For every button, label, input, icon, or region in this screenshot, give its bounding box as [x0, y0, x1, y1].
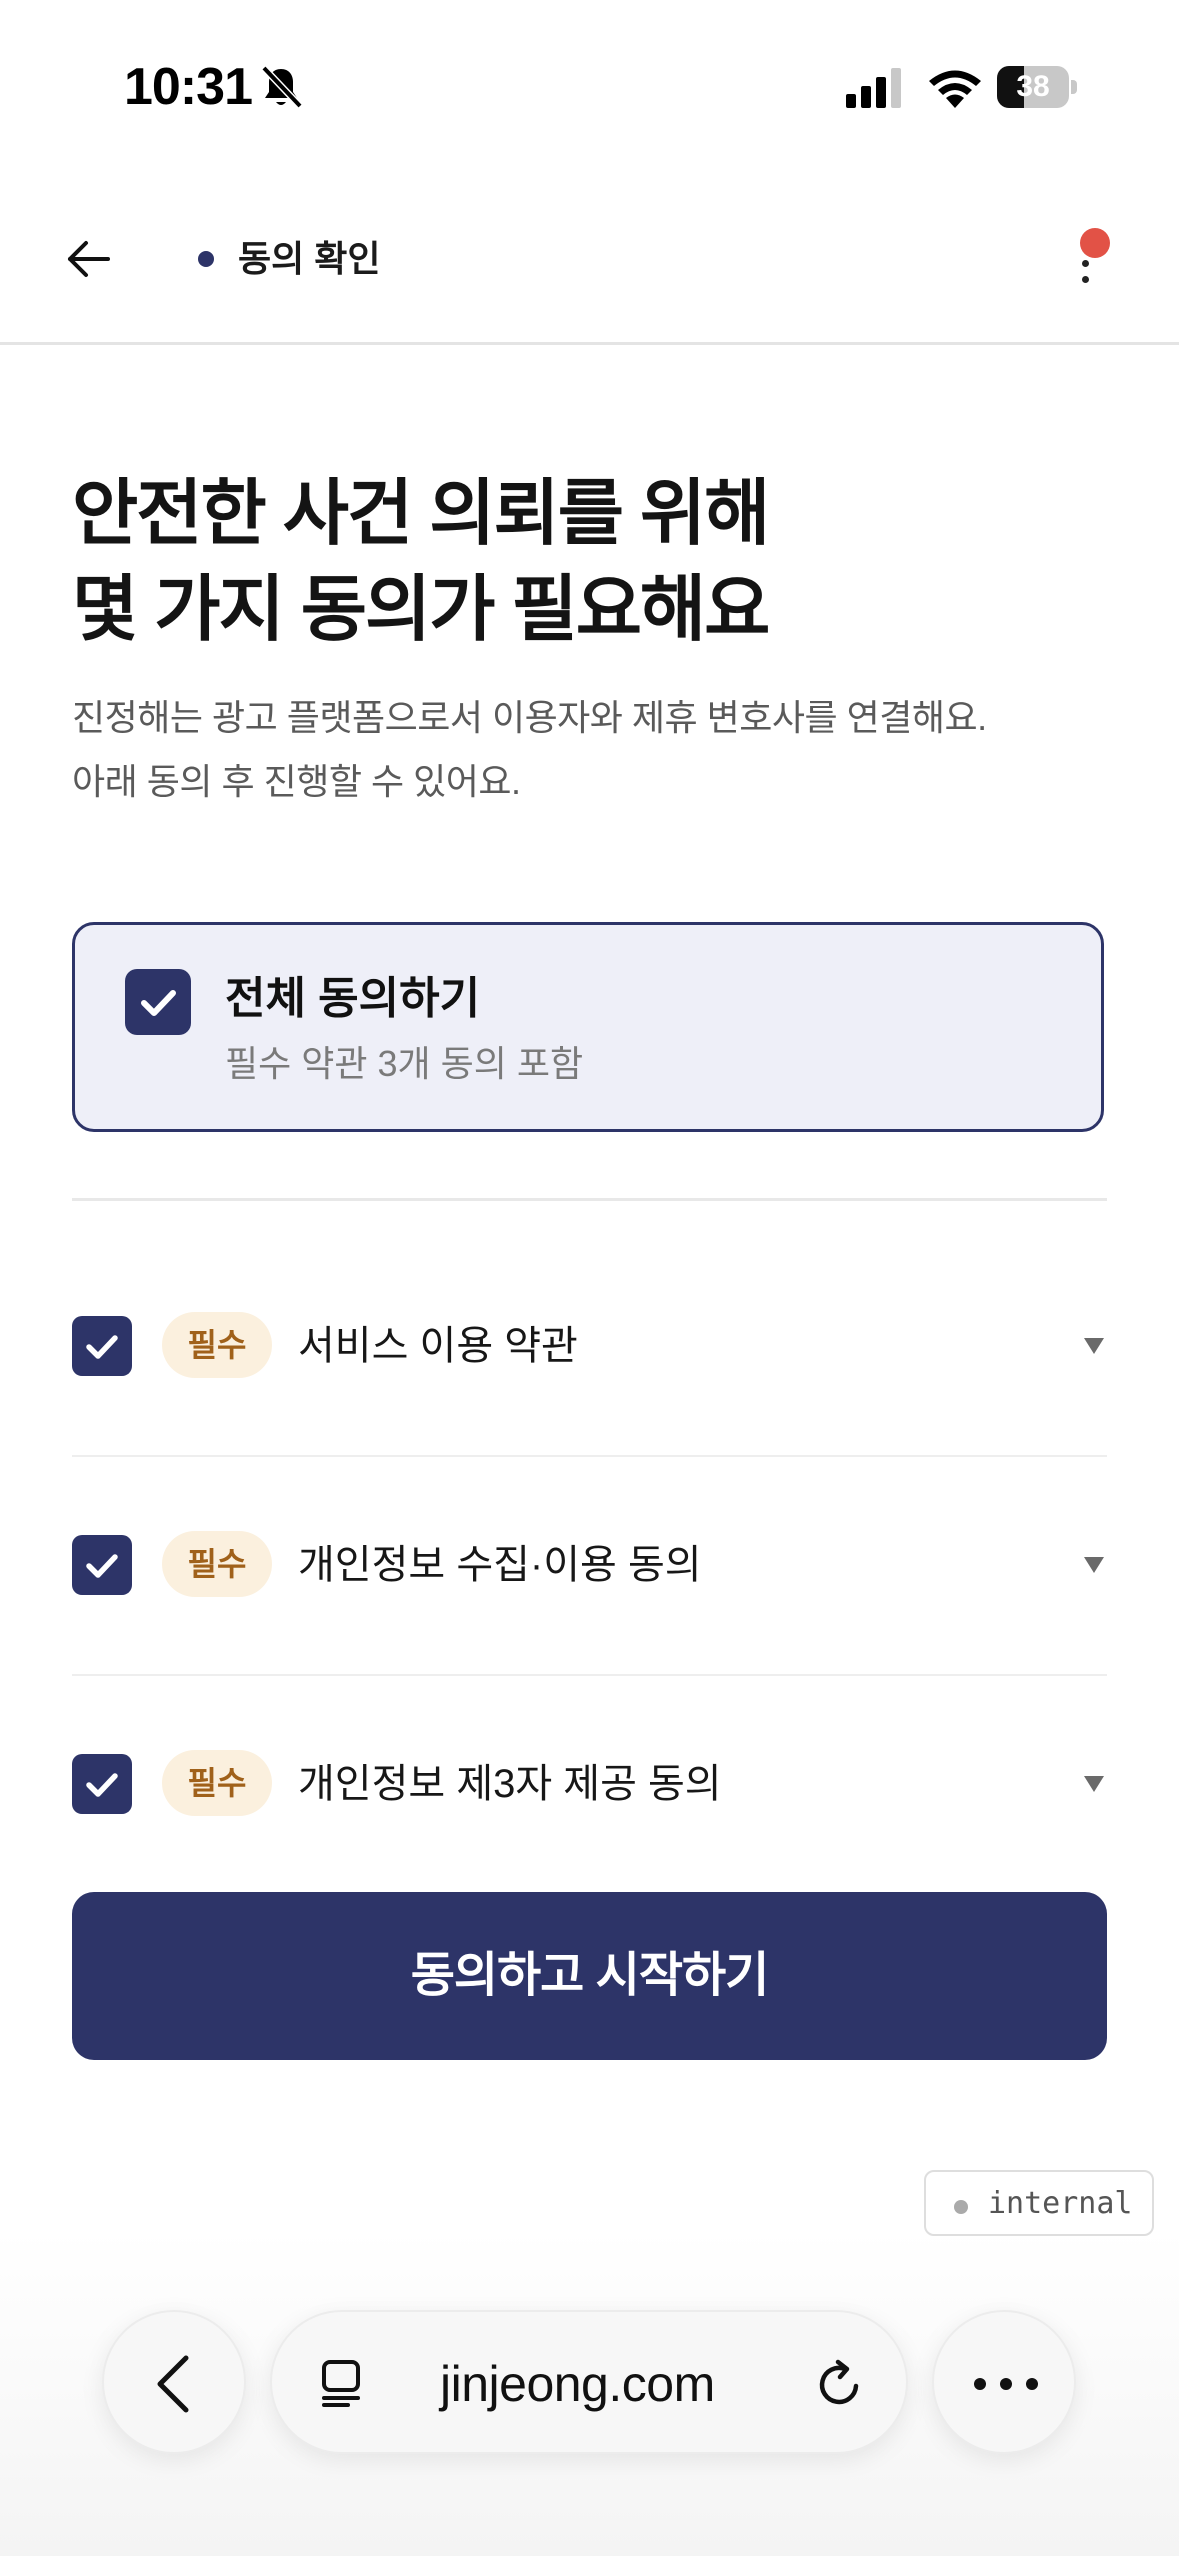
agree-and-start-button[interactable]: 동의하고 시작하기 [72, 1892, 1107, 2060]
agree-all-checkbox[interactable] [125, 969, 191, 1035]
browser-more-button[interactable] [932, 2310, 1076, 2454]
expand-triangle-icon[interactable] [1081, 1332, 1107, 1358]
back-arrow-icon[interactable] [66, 236, 112, 282]
check-icon [86, 1335, 118, 1359]
heading-line-2: 몇 가지 동의가 필요해요 [72, 570, 770, 650]
chevron-left-icon [157, 2355, 189, 2413]
term-row-privacy-collection[interactable]: 필수 개인정보 수집·이용 동의 [72, 1525, 1107, 1605]
term-row-service[interactable]: 필수 서비스 이용 약관 [72, 1306, 1107, 1386]
check-icon [141, 990, 176, 1016]
description: 진정해는 광고 플랫폼으로서 이용자와 제휴 변호사를 연결해요. 아래 동의 … [72, 686, 1132, 814]
agree-all-title: 전체 동의하기 [225, 974, 481, 1023]
wifi-icon [929, 70, 981, 108]
reload-icon[interactable] [812, 2356, 868, 2412]
term-checkbox[interactable] [72, 1754, 132, 1814]
term-checkbox[interactable] [72, 1535, 132, 1595]
status-time: 10:31 [124, 58, 253, 116]
environment-tag: internal [924, 2170, 1154, 2236]
agree-all-subtitle: 필수 약관 3개 동의 포함 [225, 1043, 584, 1084]
row-divider [72, 1674, 1107, 1676]
expand-triangle-icon[interactable] [1081, 1770, 1107, 1796]
section-divider [72, 1198, 1107, 1201]
description-line-1: 진정해는 광고 플랫폼으로서 이용자와 제휴 변호사를 연결해요. [72, 697, 987, 738]
tabs-icon[interactable] [318, 2358, 368, 2408]
battery-indicator: 38 [997, 66, 1077, 108]
more-dot [1082, 276, 1089, 283]
header-status-dot [198, 251, 214, 267]
required-badge: 필수 [162, 1750, 272, 1816]
term-label: 개인정보 수집·이용 동의 [298, 1543, 702, 1587]
environment-label: internal [988, 2186, 1133, 2221]
expand-triangle-icon[interactable] [1081, 1551, 1107, 1577]
page-title: 동의 확인 [238, 238, 381, 279]
agree-all-card[interactable]: 전체 동의하기 필수 약관 3개 동의 포함 [72, 922, 1104, 1132]
term-label: 서비스 이용 약관 [298, 1324, 578, 1368]
ellipsis-icon [974, 2378, 1038, 2390]
url-text: jinjeong.com [440, 2356, 715, 2412]
more-menu-button[interactable] [1060, 228, 1120, 294]
cellular-signal-icon [846, 68, 901, 108]
environment-dot [954, 2200, 968, 2214]
address-bar[interactable]: jinjeong.com [270, 2310, 908, 2454]
description-line-2: 아래 동의 후 진행할 수 있어요. [72, 761, 521, 802]
row-divider [72, 1455, 1107, 1457]
required-badge: 필수 [162, 1312, 272, 1378]
term-checkbox[interactable] [72, 1316, 132, 1376]
check-icon [86, 1773, 118, 1797]
check-icon [86, 1554, 118, 1578]
required-badge: 필수 [162, 1531, 272, 1597]
battery-percent: 38 [1016, 70, 1050, 103]
notification-dot [1080, 228, 1110, 258]
main-heading: 안전한 사건 의뢰를 위해 몇 가지 동의가 필요해요 [72, 466, 1112, 658]
more-dot [1082, 260, 1089, 267]
heading-line-1: 안전한 사건 의뢰를 위해 [72, 474, 770, 554]
browser-back-button[interactable] [102, 2310, 246, 2454]
term-row-third-party[interactable]: 필수 개인정보 제3자 제공 동의 [72, 1744, 1107, 1824]
header-divider [0, 342, 1179, 345]
term-label: 개인정보 제3자 제공 동의 [298, 1762, 722, 1806]
bell-muted-icon [261, 65, 303, 109]
